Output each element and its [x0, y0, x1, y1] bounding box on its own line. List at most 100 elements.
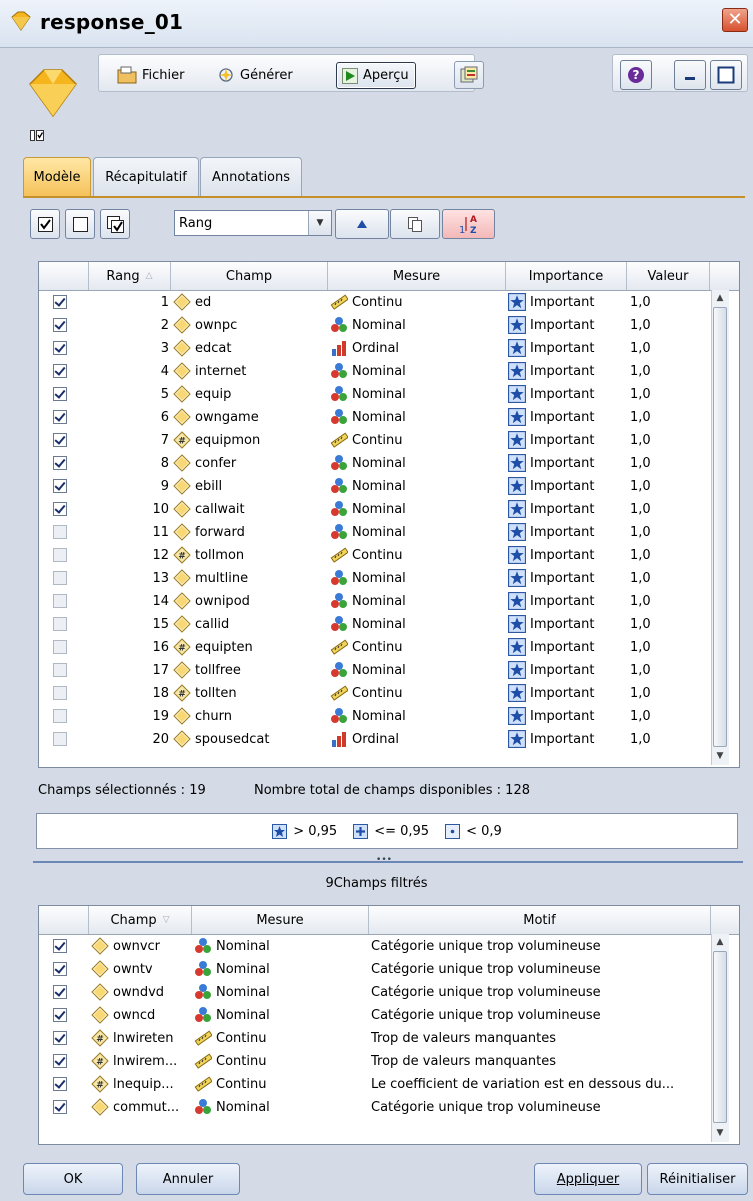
table-row[interactable]: # lnequip... Continu Le coefficient de vari… [39, 1073, 711, 1095]
checkbox-checked[interactable] [53, 479, 67, 493]
generate-menu-button[interactable]: Générer [217, 64, 293, 86]
table-row[interactable]: commut... Nominal Catégorie unique trop vo… [39, 1096, 711, 1118]
column-header-champ[interactable]: Champ [171, 262, 328, 290]
scroll-thumb[interactable] [713, 951, 727, 1123]
checkbox-checked[interactable] [53, 364, 67, 378]
column-header-select[interactable] [39, 262, 89, 290]
close-button[interactable]: ✕ [722, 8, 748, 32]
table-row[interactable]: owncd Nominal Catégorie unique trop volumi… [39, 1004, 711, 1026]
splitter-grip-icon[interactable]: ••• [373, 856, 395, 865]
column-header-mesure[interactable]: Mesure [192, 906, 369, 934]
checkbox-unchecked[interactable] [53, 617, 67, 631]
table-row[interactable]: 2 ownpc Nominal Important 1,0 [39, 314, 711, 336]
checkbox-checked[interactable] [53, 318, 67, 332]
checkbox-unchecked[interactable] [53, 640, 67, 654]
cancel-button[interactable]: Annuler [136, 1163, 240, 1195]
scroll-thumb[interactable] [713, 307, 727, 747]
table-row[interactable]: 18 # tollten Continu Important 1,0 [39, 682, 711, 704]
table-row[interactable]: 5 equip Nominal Important 1,0 [39, 383, 711, 405]
table-row[interactable]: 6 owngame Nominal Important 1,0 [39, 406, 711, 428]
measure-value: Nominal [352, 478, 406, 494]
scroll-down-icon[interactable]: ▼ [712, 748, 728, 764]
table-row[interactable]: 12 # tollmon Continu Important 1,0 [39, 544, 711, 566]
table-row[interactable]: owntv Nominal Catégorie unique trop volumi… [39, 958, 711, 980]
checkbox-unchecked[interactable] [53, 548, 67, 562]
checkbox-checked[interactable] [53, 456, 67, 470]
file-menu-button[interactable]: Fichier [117, 64, 185, 86]
column-header-motif[interactable]: Motif [369, 906, 711, 934]
table-row[interactable]: 1 ed Continu Important 1,0 [39, 291, 711, 313]
table-row[interactable]: ownvcr Nominal Catégorie unique trop volum… [39, 935, 711, 957]
checkbox-checked[interactable] [53, 341, 67, 355]
column-header-champ[interactable]: Champ ▽ [89, 906, 192, 934]
table-row[interactable]: 14 ownipod Nominal Important 1,0 [39, 590, 711, 612]
filtered-table-scrollbar[interactable]: ▲ ▼ [711, 934, 729, 1142]
preview-button[interactable]: Aperçu [336, 62, 416, 89]
checkbox-unchecked[interactable] [53, 686, 67, 700]
column-header-mesure[interactable]: Mesure [328, 262, 506, 290]
table-row[interactable]: # lnwirem... Continu Trop de valeurs manqua… [39, 1050, 711, 1072]
uncheck-all-button[interactable] [65, 209, 95, 239]
field-cell: spousedcat [171, 728, 328, 750]
checkbox-checked[interactable] [53, 295, 67, 309]
checkbox-checked[interactable] [53, 387, 67, 401]
checkbox-checked[interactable] [53, 1031, 67, 1045]
checkbox-unchecked[interactable] [53, 571, 67, 585]
table-row[interactable]: 17 tollfree Nominal Important 1,0 [39, 659, 711, 681]
checkbox-checked[interactable] [53, 433, 67, 447]
checkbox-checked[interactable] [53, 502, 67, 516]
scroll-up-icon[interactable]: ▲ [712, 290, 728, 306]
checkbox-unchecked[interactable] [53, 663, 67, 677]
checkbox-unchecked[interactable] [53, 525, 67, 539]
table-row[interactable]: 7 # equipmon Continu Important 1,0 [39, 429, 711, 451]
export-button[interactable] [454, 61, 484, 89]
checkbox-checked[interactable] [53, 962, 67, 976]
checkbox-checked[interactable] [53, 1077, 67, 1091]
tab-modele[interactable]: Modèle [23, 157, 91, 196]
help-button[interactable]: ? [620, 60, 652, 90]
rank-table-scrollbar[interactable]: ▲ ▼ [711, 290, 729, 765]
checkbox-checked[interactable] [53, 1054, 67, 1068]
table-row[interactable]: 3 edcat Ordinal Important 1,0 [39, 337, 711, 359]
sort-ascending-button[interactable] [335, 209, 389, 239]
rank-table-header: Rang △ Champ Mesure Importance Valeur [39, 262, 739, 291]
table-row[interactable]: 8 confer Nominal Important 1,0 [39, 452, 711, 474]
column-header-rang[interactable]: Rang △ [89, 262, 171, 290]
apply-button[interactable]: Appliquer [534, 1163, 642, 1195]
checkbox-checked[interactable] [53, 939, 67, 953]
checkbox-checked[interactable] [53, 985, 67, 999]
table-row[interactable]: 16 # equipten Continu Important 1,0 [39, 636, 711, 658]
copy-button[interactable] [390, 209, 440, 239]
checkbox-unchecked[interactable] [53, 709, 67, 723]
sort-order-button[interactable]: AZ1 [442, 209, 495, 239]
scroll-down-icon[interactable]: ▼ [712, 1125, 728, 1141]
table-row[interactable]: 4 internet Nominal Important 1,0 [39, 360, 711, 382]
check-all-button[interactable] [30, 209, 60, 239]
checkbox-unchecked[interactable] [53, 732, 67, 746]
tab-annotations[interactable]: Annotations [200, 157, 302, 196]
table-row[interactable]: owndvd Nominal Catégorie unique trop volum… [39, 981, 711, 1003]
table-row[interactable]: 20 spousedcat Ordinal Important 1,0 [39, 728, 711, 750]
column-header-valeur[interactable]: Valeur [627, 262, 710, 290]
sort-by-select[interactable]: Rang ▼ [174, 210, 332, 236]
toggle-selection-button[interactable] [100, 209, 130, 239]
table-row[interactable]: 10 callwait Nominal Important 1,0 [39, 498, 711, 520]
table-row[interactable]: 15 callid Nominal Important 1,0 [39, 613, 711, 635]
checkbox-unchecked[interactable] [53, 594, 67, 608]
table-row[interactable]: 11 forward Nominal Important 1,0 [39, 521, 711, 543]
table-row[interactable]: 13 multline Nominal Important 1,0 [39, 567, 711, 589]
minimize-button[interactable] [674, 60, 706, 90]
column-header-importance[interactable]: Importance [506, 262, 627, 290]
ok-button[interactable]: OK [23, 1163, 123, 1195]
scroll-up-icon[interactable]: ▲ [712, 934, 728, 950]
maximize-button[interactable] [710, 60, 742, 90]
reset-button[interactable]: Réinitialiser [647, 1163, 748, 1195]
table-row[interactable]: 19 churn Nominal Important 1,0 [39, 705, 711, 727]
table-row[interactable]: 9 ebill Nominal Important 1,0 [39, 475, 711, 497]
checkbox-checked[interactable] [53, 1008, 67, 1022]
checkbox-checked[interactable] [53, 1100, 67, 1114]
checkbox-checked[interactable] [53, 410, 67, 424]
column-header-select[interactable] [39, 906, 89, 934]
table-row[interactable]: # lnwireten Continu Trop de valeurs manquan… [39, 1027, 711, 1049]
tab-recapitulatif[interactable]: Récapitulatif [93, 157, 199, 196]
